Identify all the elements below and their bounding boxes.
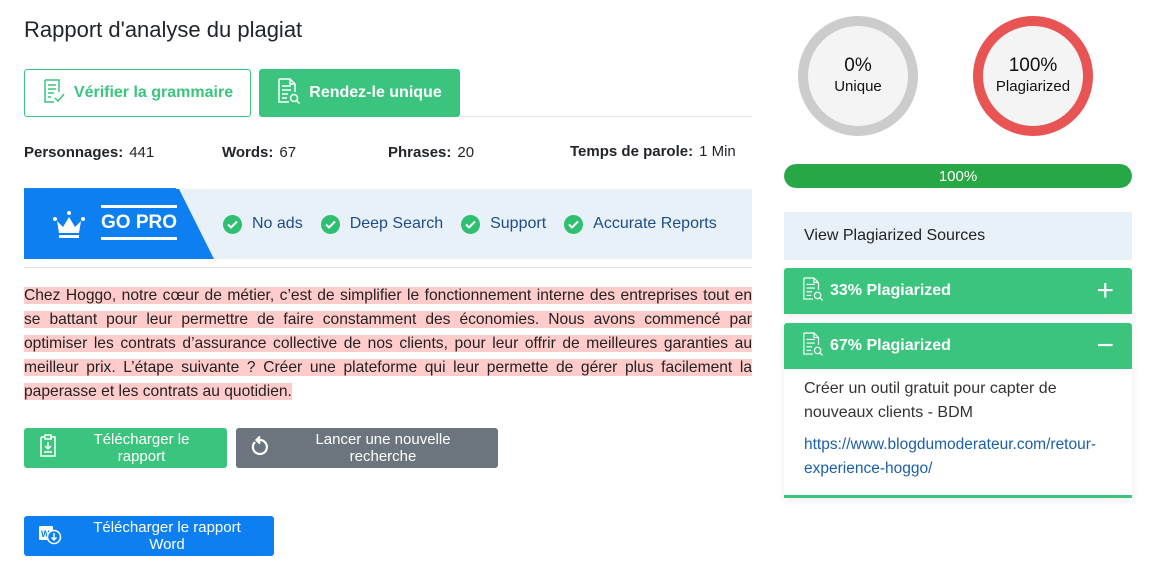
go-pro-banner[interactable]: GO PRO No ads Deep Search Support Accura… <box>24 189 752 259</box>
source-accordion-item: 33% Plagiarized + <box>784 268 1132 314</box>
plagiarized-score-circle: 100% Plagiarized <box>973 16 1093 136</box>
source-accordion-item: 67% Plagiarized − Créer un outil gratuit… <box>784 323 1132 498</box>
document-search-icon <box>802 276 824 307</box>
source-accordion-toggle[interactable]: 33% Plagiarized + <box>784 268 1132 314</box>
text-stats: Personnages: 441 Words: 67 Phrases: 20 Temp… <box>24 143 752 189</box>
source-percent-label: 33% Plagiarized <box>830 282 951 299</box>
report-actions: Télécharger le rapport Lancer une nouvel… <box>24 428 498 468</box>
unique-percent: 0% <box>844 55 872 76</box>
download-word-button[interactable]: W Télécharger le rapport Word <box>24 516 274 556</box>
grammar-check-icon <box>42 78 66 109</box>
analyzed-text: Chez Hoggo, notre cœur de métier, c’est … <box>24 284 752 404</box>
new-search-button[interactable]: Lancer une nouvelle recherche <box>236 428 498 468</box>
pro-features: No ads Deep Search Support Accurate Repo… <box>223 189 717 259</box>
check-circle-icon <box>564 214 584 234</box>
source-title: Créer un outil gratuit pour capter de no… <box>804 380 1057 421</box>
go-pro-label: GO PRO <box>101 205 178 240</box>
unique-score-circle: 0% Unique <box>798 16 918 136</box>
word-download-icon: W <box>38 523 62 549</box>
feature-item: Accurate Reports <box>564 214 717 234</box>
source-details: Créer un outil gratuit pour capter de no… <box>784 369 1132 498</box>
view-sources-header[interactable]: View Plagiarized Sources <box>784 212 1132 260</box>
divider <box>460 116 752 117</box>
document-search-icon <box>802 331 824 362</box>
plagiarized-percent: 100% <box>1008 55 1058 76</box>
feature-item: Support <box>461 214 546 234</box>
stat-characters: Personnages: 441 <box>24 144 155 161</box>
page-title: Rapport d'analyse du plagiat <box>24 17 303 42</box>
check-circle-icon <box>461 214 481 234</box>
document-search-icon <box>277 77 301 109</box>
new-search-label: Lancer une nouvelle recherche <box>315 431 451 465</box>
feature-item: Deep Search <box>320 214 443 234</box>
download-word-label: Télécharger le rapport Word <box>93 519 241 553</box>
check-grammar-button[interactable]: Vérifier la grammaire <box>24 69 251 117</box>
download-report-button[interactable]: Télécharger le rapport <box>24 428 227 468</box>
make-unique-label: Rendez-le unique <box>309 84 442 101</box>
stat-sentences: Phrases: 20 <box>388 144 475 161</box>
plagiarized-label: Plagiarized <box>995 78 1071 95</box>
check-circle-icon <box>320 214 340 234</box>
divider <box>24 267 752 268</box>
check-grammar-label: Vérifier la grammaire <box>73 84 234 101</box>
plagiarism-progress-bar: 100% <box>784 164 1132 188</box>
make-unique-button[interactable]: Rendez-le unique <box>259 69 460 117</box>
unique-label: Unique <box>834 78 882 95</box>
expand-plus-icon[interactable]: + <box>1096 276 1114 306</box>
check-circle-icon <box>223 214 242 234</box>
download-report-label: Télécharger le rapport <box>93 431 190 465</box>
collapse-minus-icon[interactable]: − <box>1096 331 1114 361</box>
plagiarized-highlight: Chez Hoggo, notre cœur de métier, c’est … <box>24 287 752 400</box>
top-toolbar: Vérifier la grammaire Rendez-le unique <box>24 69 460 117</box>
download-file-icon <box>38 434 58 462</box>
refresh-icon <box>250 435 270 460</box>
crown-icon <box>52 211 86 244</box>
stat-words: Words: 67 <box>222 144 297 161</box>
source-percent-label: 67% Plagiarized <box>830 337 951 354</box>
source-accordion-toggle[interactable]: 67% Plagiarized − <box>784 323 1132 369</box>
source-link[interactable]: https://www.blogdumoderateur.com/retour-… <box>804 433 1112 481</box>
progress-fill: 100% <box>784 164 1132 188</box>
stat-speaking-time: Temps de parole: 1 Min <box>570 143 736 160</box>
feature-item: No ads <box>223 214 303 234</box>
go-pro-badge[interactable]: GO PRO <box>24 189 214 259</box>
